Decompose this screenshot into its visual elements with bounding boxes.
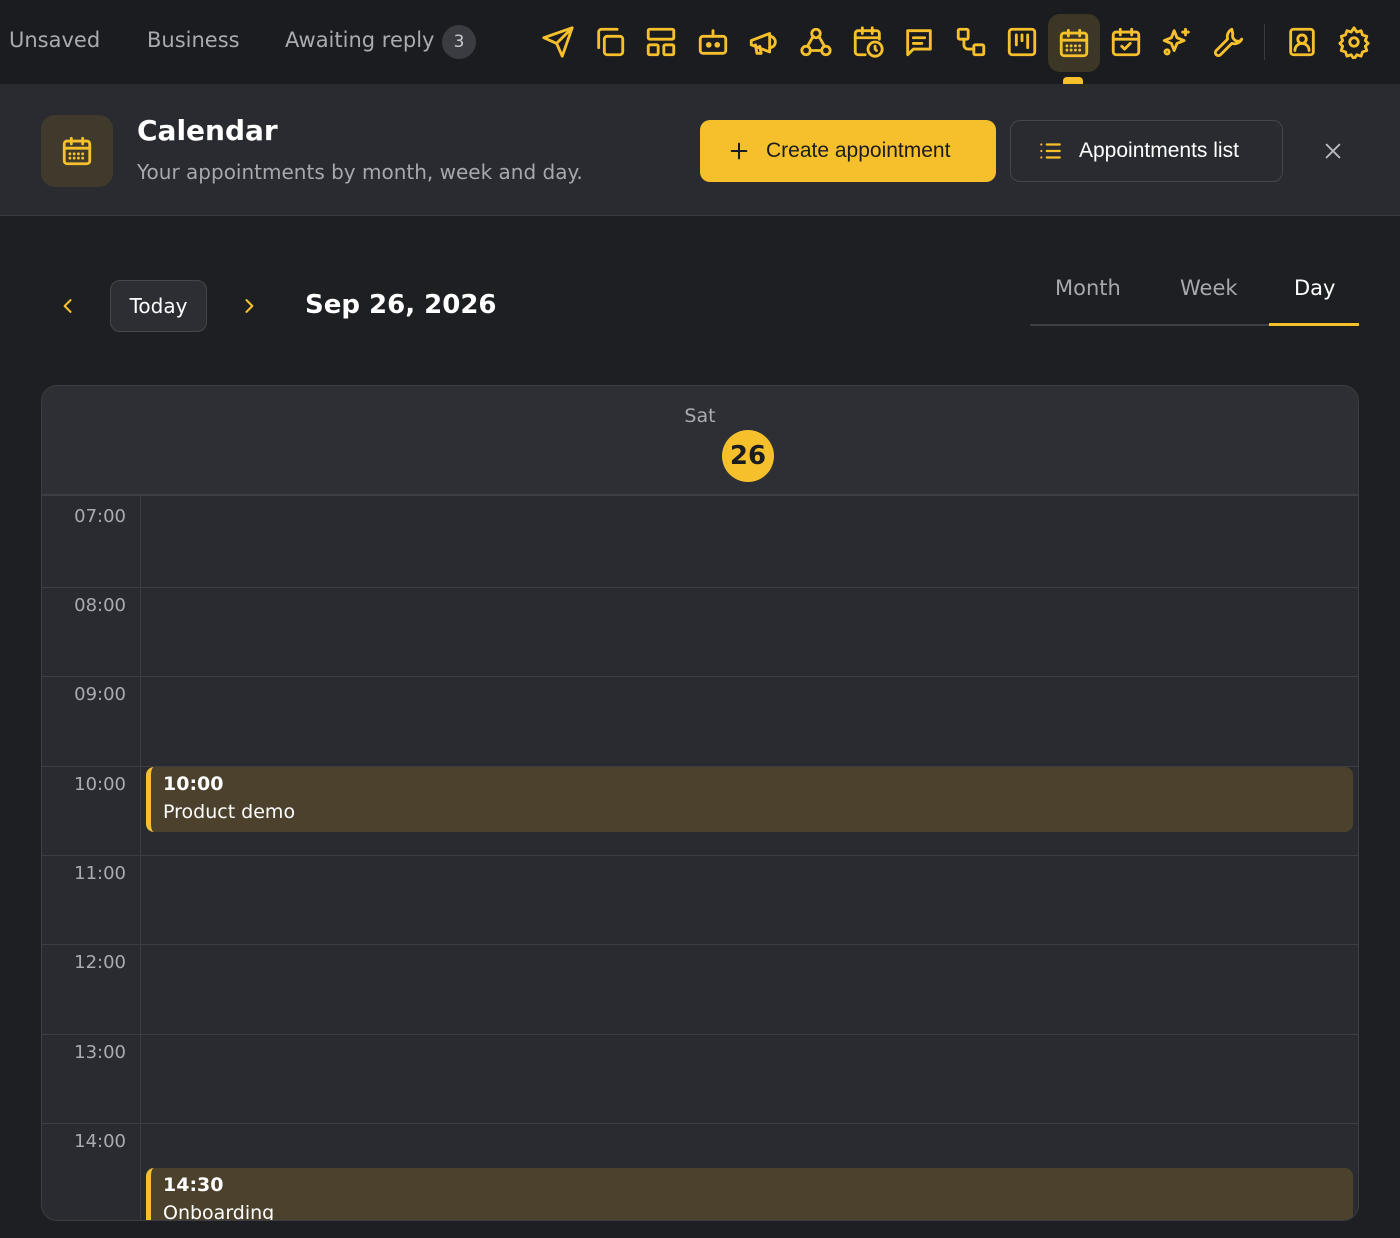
robot-icon[interactable] bbox=[693, 22, 733, 62]
calendar-icon[interactable] bbox=[1048, 14, 1100, 72]
hour-label: 08:00 bbox=[74, 595, 126, 616]
calendar-check-icon[interactable] bbox=[1106, 22, 1146, 62]
hour-divider bbox=[42, 587, 1358, 588]
wrench-icon[interactable] bbox=[1209, 22, 1249, 62]
tab-business[interactable]: Business bbox=[147, 28, 240, 52]
hour-divider bbox=[42, 855, 1358, 856]
tab-month[interactable]: Month bbox=[1055, 276, 1121, 300]
create-appointment-button[interactable]: Create appointment bbox=[700, 120, 996, 182]
weekday-label: Sat bbox=[684, 405, 716, 427]
view-switcher: Month Week Day bbox=[1030, 264, 1359, 326]
megaphone-icon[interactable] bbox=[744, 22, 784, 62]
create-appointment-label: Create appointment bbox=[766, 139, 951, 162]
tab-week[interactable]: Week bbox=[1180, 276, 1238, 300]
hour-label: 10:00 bbox=[74, 774, 126, 795]
hour-label: 07:00 bbox=[74, 506, 126, 527]
sparkles-icon[interactable] bbox=[1157, 22, 1197, 62]
appointment-event[interactable]: 10:00 Product demo bbox=[146, 767, 1353, 832]
day-calendar: Sat 26 07:00 08:00 09:00 10:00 11:00 12:… bbox=[41, 385, 1359, 1221]
hour-divider bbox=[42, 1123, 1358, 1124]
day-header: Sat 26 bbox=[42, 386, 1358, 496]
day-number-badge[interactable]: 26 bbox=[722, 430, 774, 482]
calendar-clock-icon[interactable] bbox=[848, 22, 888, 62]
flow-icon[interactable] bbox=[951, 22, 991, 62]
appointments-list-label: Appointments list bbox=[1079, 139, 1239, 162]
tab-awaiting-reply[interactable]: Awaiting reply bbox=[285, 28, 434, 52]
hour-label: 09:00 bbox=[74, 684, 126, 705]
tab-unsaved[interactable]: Unsaved bbox=[9, 28, 100, 52]
event-time: 14:30 bbox=[163, 1174, 224, 1196]
appointment-event[interactable]: 14:30 Onboarding bbox=[146, 1168, 1353, 1221]
tab-day[interactable]: Day bbox=[1294, 276, 1335, 300]
hour-divider bbox=[42, 1034, 1358, 1035]
awaiting-reply-count-badge: 3 bbox=[442, 25, 476, 59]
message-icon[interactable] bbox=[899, 22, 939, 62]
list-icon bbox=[1040, 143, 1061, 159]
event-title: Product demo bbox=[163, 801, 296, 823]
chevron-right-icon[interactable] bbox=[231, 288, 267, 324]
page-title: Calendar bbox=[137, 114, 278, 147]
gear-icon[interactable] bbox=[1334, 22, 1374, 62]
hour-label: 14:00 bbox=[74, 1131, 126, 1152]
plus-icon bbox=[730, 142, 748, 160]
top-toolbar: Unsaved Business Awaiting reply 3 bbox=[0, 0, 1400, 84]
selected-view-indicator bbox=[1269, 323, 1359, 326]
send-icon[interactable] bbox=[538, 22, 578, 62]
time-gutter-divider bbox=[140, 496, 141, 1220]
page-subtitle: Your appointments by month, week and day… bbox=[137, 160, 583, 184]
event-time: 10:00 bbox=[163, 773, 224, 795]
hour-divider bbox=[42, 944, 1358, 945]
copy-icon[interactable] bbox=[590, 22, 630, 62]
active-icon-indicator bbox=[1063, 77, 1083, 84]
hour-label: 13:00 bbox=[74, 1042, 126, 1063]
layout-icon[interactable] bbox=[641, 22, 681, 62]
kanban-icon[interactable] bbox=[1002, 22, 1042, 62]
close-icon[interactable] bbox=[1316, 134, 1350, 168]
current-date: Sep 26, 2026 bbox=[305, 290, 497, 320]
webhook-icon[interactable] bbox=[796, 22, 836, 62]
hour-label: 11:00 bbox=[74, 863, 126, 884]
calendar-icon bbox=[41, 115, 113, 187]
hour-divider bbox=[42, 676, 1358, 677]
contact-icon[interactable] bbox=[1282, 22, 1322, 62]
event-title: Onboarding bbox=[163, 1202, 275, 1221]
appointments-list-button[interactable]: Appointments list bbox=[1010, 120, 1283, 182]
toolbar-separator bbox=[1264, 24, 1265, 60]
today-button[interactable]: Today bbox=[110, 280, 207, 332]
chevron-left-icon[interactable] bbox=[50, 288, 86, 324]
hour-label: 12:00 bbox=[74, 952, 126, 973]
page-header: Calendar Your appointments by month, wee… bbox=[0, 84, 1400, 216]
